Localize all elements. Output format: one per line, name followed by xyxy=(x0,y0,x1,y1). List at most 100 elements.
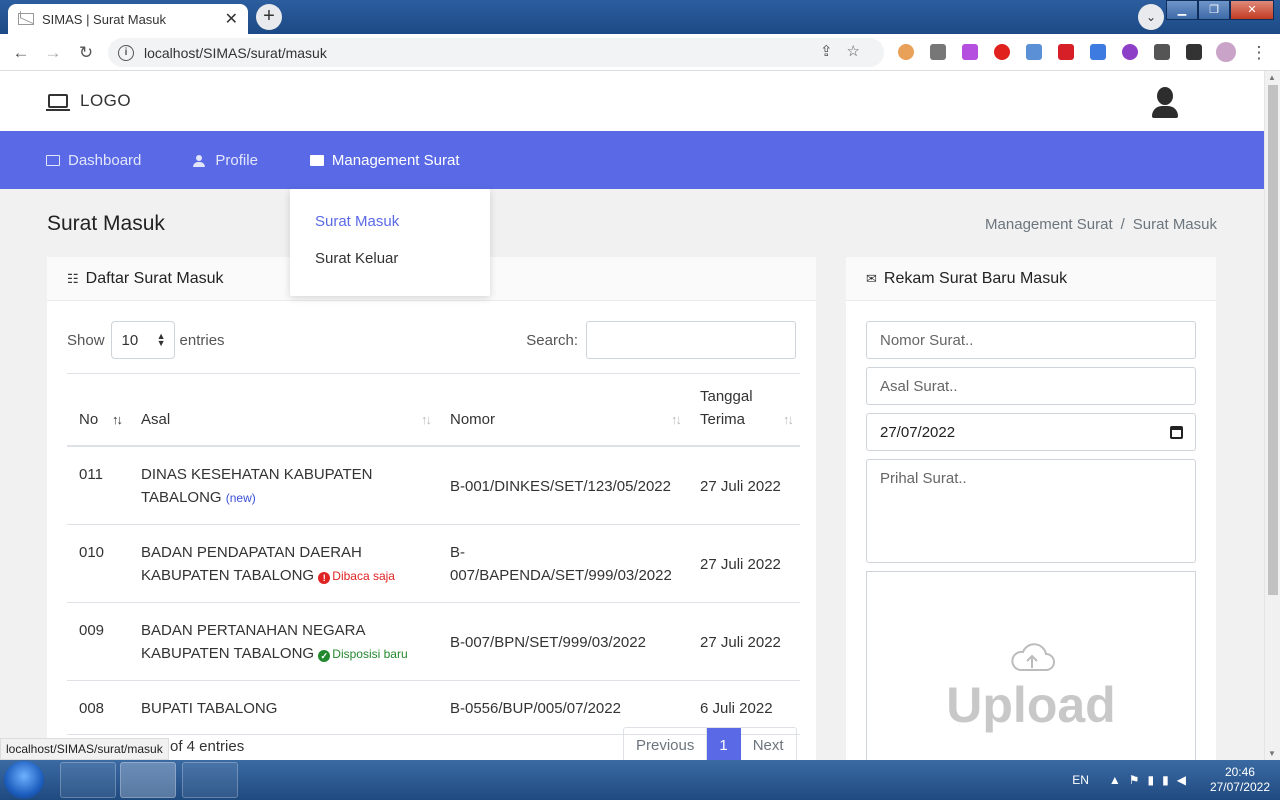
entries-control: Show 10 ▲ ▼ entries xyxy=(67,321,225,359)
scroll-up-icon[interactable]: ▲ xyxy=(1268,73,1276,82)
entries-select[interactable]: 10 ▲ ▼ xyxy=(110,321,175,359)
forward-icon[interactable]: → xyxy=(42,42,64,64)
show-label: Show xyxy=(67,331,105,349)
tray-icons[interactable]: ▲⚑▮▮◀ xyxy=(1109,773,1194,787)
back-icon[interactable]: ← xyxy=(10,42,32,64)
menu-kebab-icon[interactable]: ⋮ xyxy=(1248,42,1270,64)
restore-icon[interactable]: ❐ xyxy=(1198,0,1230,20)
site-info-icon[interactable]: i xyxy=(118,44,134,61)
scroll-down-icon[interactable]: ▼ xyxy=(1268,749,1276,758)
dropdown-surat-keluar[interactable]: Surat Keluar xyxy=(290,240,490,277)
check-circle-icon: ✓ xyxy=(318,649,331,662)
page: LOGO Dashboard Profile Management Surat … xyxy=(0,71,1264,760)
table-row[interactable]: 011 DINAS KESEHATAN KABUPATEN TABALONG (… xyxy=(67,445,800,525)
profile-avatar-icon[interactable] xyxy=(1216,42,1236,62)
menu-management-surat[interactable]: Management Surat xyxy=(309,151,460,169)
clock-date: 27/07/2022 xyxy=(1209,780,1270,794)
nomor-surat-placeholder: Nomor Surat.. xyxy=(880,331,974,349)
search-input[interactable] xyxy=(586,321,796,359)
logo-text[interactable]: LOGO xyxy=(80,91,131,111)
mail-favicon-icon xyxy=(18,13,34,25)
user-avatar[interactable] xyxy=(1152,87,1178,119)
new-tab-button[interactable]: + xyxy=(256,4,282,30)
extension-icon[interactable] xyxy=(1090,44,1106,60)
cell-nomor: B-007/BAPENDA/SET/999/03/2022 xyxy=(438,524,688,603)
clock-time: 20:46 xyxy=(1224,765,1255,779)
table-row[interactable]: 009 BADAN PERTANAHAN NEGARA KABUPATEN TA… xyxy=(67,602,800,681)
minimize-icon[interactable]: ▁ xyxy=(1166,0,1198,20)
explorer-taskbar-icon[interactable] xyxy=(60,762,116,798)
app-taskbar-icon[interactable] xyxy=(182,762,238,798)
share-bookmark-icons[interactable]: ⇪☆ xyxy=(820,42,874,60)
upload-dropzone[interactable]: Upload xyxy=(866,571,1196,760)
top-header: LOGO xyxy=(0,71,1264,131)
date-value: 27/07/2022 xyxy=(880,423,956,441)
extension-icon[interactable] xyxy=(898,44,914,60)
cell-asal: DINAS KESEHATAN KABUPATEN TABALONG (new) xyxy=(129,445,438,525)
column-header-asal[interactable]: Asal ↑↓ xyxy=(129,373,438,447)
reload-icon[interactable]: ↻ xyxy=(75,42,97,64)
tanggal-input[interactable]: 27/07/2022 xyxy=(866,413,1196,451)
form-card: ✉ Rekam Surat Baru Masuk Nomor Surat.. A… xyxy=(846,257,1216,760)
prihal-surat-placeholder: Prihal Surat.. xyxy=(880,470,967,487)
tab-title: SIMAS | Surat Masuk xyxy=(42,11,167,27)
table-row[interactable]: 010 BADAN PENDAPATAN DAERAH KABUPATEN TA… xyxy=(67,524,800,603)
extension-icon[interactable] xyxy=(1122,44,1138,60)
language-indicator[interactable]: EN xyxy=(1072,773,1089,787)
close-window-icon[interactable]: ✕ xyxy=(1230,0,1274,20)
tab-close-icon[interactable]: ✕ xyxy=(225,9,238,29)
column-header-nomor[interactable]: Nomor ↑↓ xyxy=(438,373,688,447)
scroll-thumb[interactable] xyxy=(1268,85,1278,595)
nomor-surat-input[interactable]: Nomor Surat.. xyxy=(866,321,1196,359)
calendar-icon[interactable] xyxy=(1170,426,1183,439)
extension-icon[interactable] xyxy=(994,44,1010,60)
tab-search-icon[interactable]: ⌄ xyxy=(1138,4,1164,30)
status-badge-new: (new) xyxy=(225,490,256,505)
envelope-icon: ✉ xyxy=(866,270,877,286)
link-status-bar: localhost/SIMAS/surat/masuk xyxy=(0,738,169,760)
select-arrows-icon: ▲ ▼ xyxy=(156,331,166,348)
url-text: localhost/SIMAS/surat/masuk xyxy=(144,44,327,61)
column-header-no[interactable]: No ↑↓ xyxy=(67,373,129,447)
menu-label: Management Surat xyxy=(331,151,460,169)
system-tray: EN ▲⚑▮▮◀ 20:46 27/07/2022 xyxy=(1072,760,1270,800)
sort-icon: ↑↓ xyxy=(671,411,682,427)
extension-icon[interactable] xyxy=(930,44,946,60)
extensions-puzzle-icon[interactable] xyxy=(1154,44,1170,60)
pagination-page[interactable]: 1 xyxy=(707,728,741,760)
browser-tab[interactable]: SIMAS | Surat Masuk ✕ xyxy=(8,4,248,34)
menu-dashboard[interactable]: Dashboard xyxy=(46,152,141,169)
cell-tanggal: 27 Juli 2022 xyxy=(688,524,800,603)
menu-profile[interactable]: Profile xyxy=(193,152,258,169)
page-header: Surat Masuk Management Surat / Surat Masuk xyxy=(47,212,1217,236)
sidebar-icon[interactable] xyxy=(1186,44,1202,60)
entries-value: 10 xyxy=(121,331,139,349)
cell-nomor: B-001/DINKES/SET/123/05/2022 xyxy=(438,445,688,525)
pagination-next[interactable]: Next xyxy=(741,728,796,760)
breadcrumb-separator: / xyxy=(1120,215,1125,233)
chrome-taskbar-icon[interactable] xyxy=(120,762,176,798)
menu-label: Dashboard xyxy=(68,151,142,169)
dropdown-surat-masuk[interactable]: Surat Masuk xyxy=(290,203,490,240)
browser-toolbar: ← → ↻ i localhost/SIMAS/surat/masuk ⇪☆ ⋮ xyxy=(0,34,1280,71)
extension-icon[interactable] xyxy=(1058,44,1074,60)
extension-icon[interactable] xyxy=(962,44,978,60)
monitor-icon xyxy=(46,154,60,166)
start-button[interactable] xyxy=(4,761,44,799)
prihal-surat-textarea[interactable]: Prihal Surat.. xyxy=(866,459,1196,563)
breadcrumb-item[interactable]: Management Surat xyxy=(985,216,1113,233)
column-header-tanggal[interactable]: Tanggal Terima ↑↓ xyxy=(688,373,800,447)
page-scrollbar[interactable]: ▲ ▼ xyxy=(1264,71,1280,760)
cell-tanggal: 6 Juli 2022 xyxy=(688,680,800,735)
breadcrumb: Management Surat / Surat Masuk xyxy=(985,216,1217,233)
windows-taskbar: EN ▲⚑▮▮◀ 20:46 27/07/2022 xyxy=(0,760,1280,800)
clock[interactable]: 20:46 27/07/2022 xyxy=(1210,765,1270,795)
asal-surat-input[interactable]: Asal Surat.. xyxy=(866,367,1196,405)
main-menu: Dashboard Profile Management Surat xyxy=(0,131,1264,189)
exclamation-icon: ! xyxy=(318,571,331,584)
table-row[interactable]: 008 BUPATI TABALONG B-0556/BUP/005/07/20… xyxy=(67,680,800,735)
pagination-previous[interactable]: Previous xyxy=(624,728,708,760)
extension-icon[interactable] xyxy=(1026,44,1042,60)
search-control: Search: xyxy=(526,321,796,359)
address-bar[interactable]: i localhost/SIMAS/surat/masuk ⇪☆ xyxy=(108,38,884,67)
